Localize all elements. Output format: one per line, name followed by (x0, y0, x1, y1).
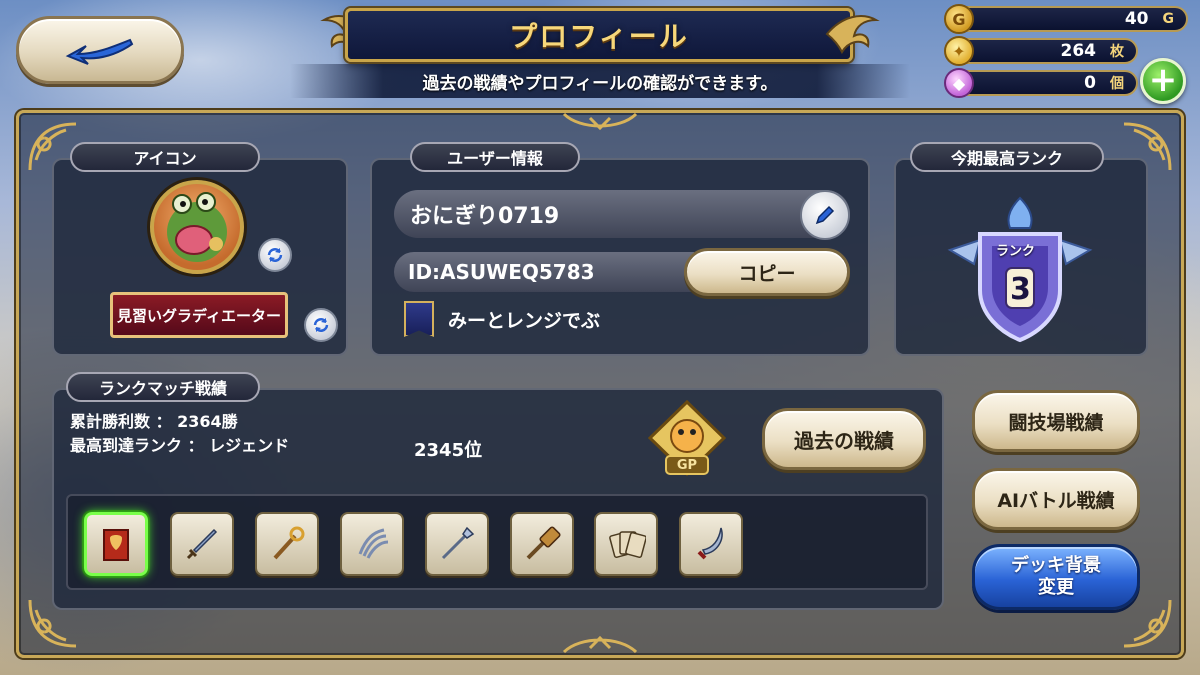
rank-shield-icon (947, 196, 1093, 343)
add-gems-button[interactable]: + (1140, 58, 1186, 104)
weapon-slot[interactable] (170, 512, 234, 576)
change-deck-background-button[interactable]: デッキ背景 変更 (972, 544, 1140, 610)
deck-bg-label-line1: デッキ背景 (1011, 555, 1101, 576)
spear-icon (441, 526, 475, 560)
banner-weapon-icon (103, 529, 129, 561)
page-subtitle: 過去の戦績やプロフィールの確認ができます。 (290, 64, 910, 98)
rank-caption: ランク (996, 244, 1036, 259)
gold-coin-icon: G (944, 4, 974, 34)
user-info-panel-label: ユーザー情報 (410, 142, 580, 172)
rank-value: 3 (1010, 272, 1031, 307)
page-title: プロフィール (509, 20, 689, 53)
weapon-slot[interactable] (679, 512, 743, 576)
rank-panel-label: 今期最高ランク (910, 142, 1104, 172)
gem-value: 0 (1084, 73, 1096, 93)
rank-match-panel-label: ランクマッチ戦績 (66, 372, 260, 402)
medal-unit: 枚 (1110, 44, 1124, 60)
sword-icon (186, 528, 218, 560)
medal-icon: ✦ (944, 36, 974, 66)
guild-name: みーとレンジでぶ (448, 309, 601, 332)
edit-name-button[interactable] (800, 190, 850, 240)
weapon-slot[interactable] (340, 512, 404, 576)
gold-value: 40 (1124, 9, 1149, 29)
ai-battle-records-button[interactable]: AIバトル戦績 (972, 468, 1140, 530)
frame-bottom-ornament (562, 635, 638, 654)
back-button[interactable] (16, 16, 184, 84)
cards-icon (609, 531, 646, 558)
weapon-slot[interactable] (84, 512, 148, 576)
highest-rank: 最高到達ランク ： レジェンド (70, 436, 290, 455)
medal-counter: 264 枚 (948, 38, 1138, 64)
gem-unit: 個 (1110, 76, 1124, 92)
weapon-slot[interactable] (510, 512, 574, 576)
guild-banner-icon (404, 301, 434, 337)
frog-monster-icon (167, 192, 227, 262)
user-name-field: おにぎり0719 (394, 190, 850, 238)
pencil-icon (815, 205, 835, 225)
change-title-button[interactable] (304, 308, 338, 342)
deck-bg-label-line2: 変更 (1038, 577, 1074, 598)
past-records-button[interactable]: 過去の戦績 (762, 408, 926, 470)
rank-position: 2345位 (414, 440, 483, 461)
refresh-icon (267, 248, 283, 262)
copy-id-button[interactable]: コピー (684, 248, 850, 296)
arena-records-button[interactable]: 闘技場戦績 (972, 390, 1140, 452)
user-id-field: ID:ASUWEQ5783 (394, 252, 694, 292)
gold-unit: G (1162, 11, 1175, 27)
hammer-icon (526, 526, 561, 560)
icon-panel-label: アイコン (70, 142, 260, 172)
gp-label: GP (676, 458, 698, 473)
weapon-slot[interactable] (255, 512, 319, 576)
guild-row: みーとレンジでぶ (404, 298, 600, 340)
gem-icon: ◆ (944, 68, 974, 98)
back-arrow-icon (65, 38, 134, 65)
gem-counter: 0 個 (948, 70, 1138, 96)
scimitar-icon (697, 527, 723, 560)
total-wins: 累計勝利数 ： 2364勝 (70, 412, 238, 431)
title-plate: プロフィール (345, 8, 853, 62)
weapon-slot[interactable] (594, 512, 658, 576)
frame-top-ornament (562, 112, 638, 131)
weapon-slot[interactable] (425, 512, 489, 576)
player-title-badge: 見習いグラディエーター (110, 292, 288, 338)
refresh-icon (313, 318, 329, 332)
gold-counter: 40 G (948, 6, 1188, 32)
title-ornament-right (825, 15, 880, 55)
medal-value: 264 (1060, 41, 1097, 61)
change-icon-button[interactable] (258, 238, 292, 272)
staff-icon (273, 526, 305, 560)
claw-icon (358, 528, 389, 559)
profile-avatar[interactable] (150, 180, 244, 274)
rank-match-stats: 累計勝利数 ： 2364勝 最高到達ランク ： レジェンド (70, 410, 289, 458)
